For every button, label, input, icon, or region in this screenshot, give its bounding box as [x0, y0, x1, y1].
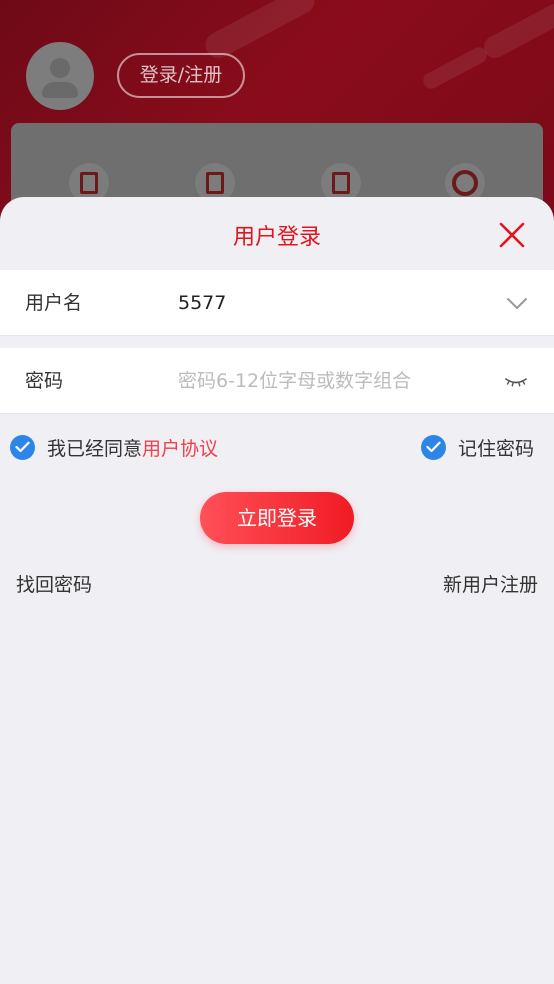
register-link[interactable]: 新用户注册 — [443, 570, 538, 597]
close-icon[interactable] — [498, 221, 526, 249]
chevron-down-icon[interactable] — [506, 293, 528, 313]
password-input[interactable] — [178, 348, 478, 414]
remember-row: 记住密码 — [421, 432, 534, 462]
login-button[interactable]: 立即登录 — [200, 492, 354, 544]
avatar — [26, 42, 94, 110]
check-icon — [426, 441, 441, 453]
user-agreement-link[interactable]: 用户协议 — [142, 434, 218, 461]
decor-stripe — [480, 0, 554, 62]
login-dialog: 用户登录 用户名 密码 我已经同意用户协议 记住密码 — [0, 197, 554, 984]
username-label: 用户名 — [25, 292, 83, 314]
check-icon — [15, 441, 30, 453]
agreement-text: 我已经同意 — [47, 437, 143, 460]
agreement-checkbox[interactable] — [10, 434, 35, 460]
password-label: 密码 — [25, 370, 64, 392]
username-row: 用户名 — [0, 270, 554, 336]
login-register-button: 登录/注册 — [117, 53, 245, 98]
dialog-title: 用户登录 — [232, 225, 321, 250]
remember-password-label: 记住密码 — [458, 437, 535, 460]
agreement-row: 我已经同意 用户协议 — [10, 432, 218, 462]
decor-stripe — [420, 44, 490, 92]
eye-closed-icon[interactable] — [504, 371, 528, 391]
username-input[interactable] — [178, 270, 478, 336]
remember-checkbox[interactable] — [421, 434, 446, 460]
forgot-password-link[interactable]: 找回密码 — [16, 570, 92, 597]
password-row: 密码 — [0, 348, 554, 414]
